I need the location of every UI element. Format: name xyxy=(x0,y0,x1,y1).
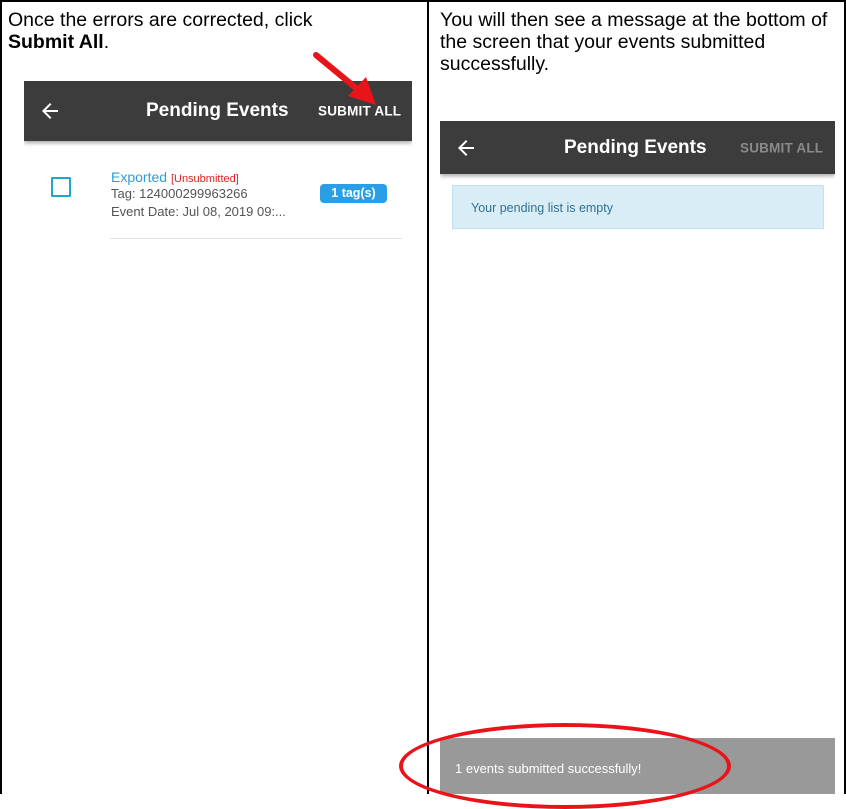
tag-count-badge[interactable]: 1 tag(s) xyxy=(320,184,387,203)
table-top-border xyxy=(0,0,846,2)
unsubmitted-flag: [Unsubmitted] xyxy=(170,173,239,185)
left-caption-punct: . xyxy=(103,31,110,53)
event-tag: Tag: 124000299963266 xyxy=(111,186,248,201)
table-right-border xyxy=(844,0,846,794)
app-bar: Pending Events SUBMIT ALL xyxy=(440,121,835,174)
annotation-arrow-icon xyxy=(313,52,376,105)
empty-list-alert: Your pending list is empty xyxy=(452,185,824,229)
event-checkbox[interactable] xyxy=(51,177,71,197)
annotation-ellipse xyxy=(399,723,731,809)
pending-events-screen-after: Pending Events SUBMIT ALL Your pending l… xyxy=(440,121,835,794)
left-caption-line1: Once the errors are corrected, click xyxy=(8,9,313,31)
submit-all-button-disabled: SUBMIT ALL xyxy=(740,140,824,155)
event-status[interactable]: Exported [Unsubmitted] xyxy=(111,169,239,185)
table-column-divider xyxy=(427,0,429,794)
pending-events-screen-before: Pending Events SUBMIT ALL Exported [Unsu… xyxy=(24,81,412,794)
left-caption: Once the errors are corrected, click Sub… xyxy=(8,9,408,53)
list-divider xyxy=(110,238,402,239)
event-date: Event Date: Jul 08, 2019 09:... xyxy=(111,204,286,219)
left-caption-bold: Submit All xyxy=(8,31,104,53)
table-left-border xyxy=(0,0,2,794)
page-title: Pending Events xyxy=(146,100,289,121)
arrow-left-icon[interactable] xyxy=(38,99,62,123)
page-title: Pending Events xyxy=(564,136,707,158)
empty-list-message: Your pending list is empty xyxy=(471,201,613,215)
arrow-left-icon[interactable] xyxy=(454,136,478,160)
right-caption: You will then see a message at the botto… xyxy=(440,9,828,75)
event-status-label: Exported xyxy=(111,169,168,185)
